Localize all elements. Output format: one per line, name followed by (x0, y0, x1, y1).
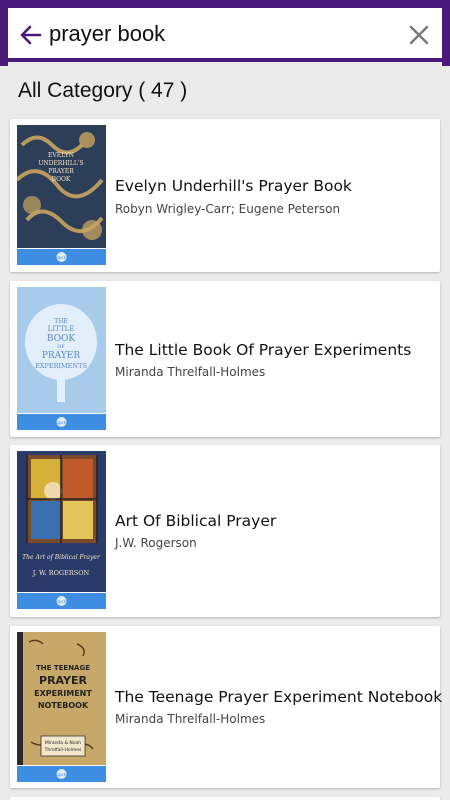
search-input[interactable] (49, 14, 389, 54)
book-list: EVELYN UNDERHILL'S PRAYER BOOK spck Evel… (0, 116, 450, 800)
book-card[interactable]: The Art of Biblical Prayer J. W. ROGERSO… (10, 445, 440, 617)
spck-badge: spck (57, 599, 67, 604)
cover-title-line: BOOK (52, 176, 71, 183)
category-label: All Category ( 47 ) (18, 79, 188, 102)
book-authors: Robyn Wrigley-Carr; Eugene Peterson (115, 202, 341, 216)
book-cover: The Art of Biblical Prayer J. W. ROGERSO… (17, 451, 106, 609)
clear-search-button[interactable] (402, 18, 436, 52)
cover-title-line: THE TEENAGE (36, 664, 90, 672)
book-card[interactable]: THE TEENAGE PRAYER EXPERIMENT NOTEBOOK M… (10, 626, 443, 788)
cover-title-line: UNDERHILL'S (38, 160, 83, 167)
cover-title-line: BOOK (47, 334, 76, 344)
book-authors: J.W. Rogerson (115, 536, 197, 550)
book-authors: Miranda Threlfall-Holmes (115, 365, 266, 379)
app-frame-right (442, 0, 450, 66)
spck-badge: spck (57, 772, 67, 777)
app-frame-left (0, 0, 8, 66)
book-cover: THE TEENAGE PRAYER EXPERIMENT NOTEBOOK M… (17, 632, 106, 782)
book-authors: Miranda Threlfall-Holmes (115, 712, 266, 726)
book-title: The Little Book Of Prayer Experiments (115, 341, 412, 359)
cover-author-line: Miranda & Noah (45, 740, 81, 746)
book-cover: THE LITTLE BOOK OF PRAYER EXPERIMENTS sp… (17, 287, 106, 430)
spck-badge: spck (57, 420, 67, 425)
book-title: Art Of Biblical Prayer (115, 512, 277, 530)
book-card[interactable]: THE LITTLE BOOK OF PRAYER EXPERIMENTS sp… (10, 281, 440, 437)
cover-title-line: THE (54, 318, 68, 325)
cover-title-line: EXPERIMENT (34, 689, 92, 698)
close-icon (409, 25, 429, 45)
spck-badge: spck (57, 255, 67, 260)
cover-title-line: NOTEBOOK (38, 701, 89, 710)
category-header: All Category ( 47 ) (0, 66, 450, 116)
cover-author-line: Threlfall-Holmes (44, 747, 82, 753)
search-bar (8, 8, 442, 62)
book-title: The Teenage Prayer Experiment Notebook (115, 688, 443, 706)
cover-title-line: PRAYER (48, 168, 74, 175)
cover-title-line: PRAYER (39, 674, 87, 687)
app-frame-top (0, 0, 450, 8)
cover-title-line: PRAYER (42, 351, 80, 361)
book-cover: EVELYN UNDERHILL'S PRAYER BOOK spck (17, 125, 106, 265)
book-card[interactable]: EVELYN UNDERHILL'S PRAYER BOOK spck Evel… (10, 119, 440, 272)
cover-title-line: The Art of Biblical Prayer (22, 554, 101, 561)
book-title: Evelyn Underhill's Prayer Book (115, 177, 352, 195)
back-button[interactable] (14, 18, 48, 52)
cover-title-line: EXPERIMENTS (35, 362, 87, 370)
cover-title-line: EVELYN (48, 152, 74, 159)
cover-title-line: OF (57, 344, 65, 350)
cover-author-line: J. W. ROGERSON (32, 569, 90, 577)
arrow-left-icon (20, 25, 42, 45)
cover-title-line: LITTLE (48, 325, 75, 333)
